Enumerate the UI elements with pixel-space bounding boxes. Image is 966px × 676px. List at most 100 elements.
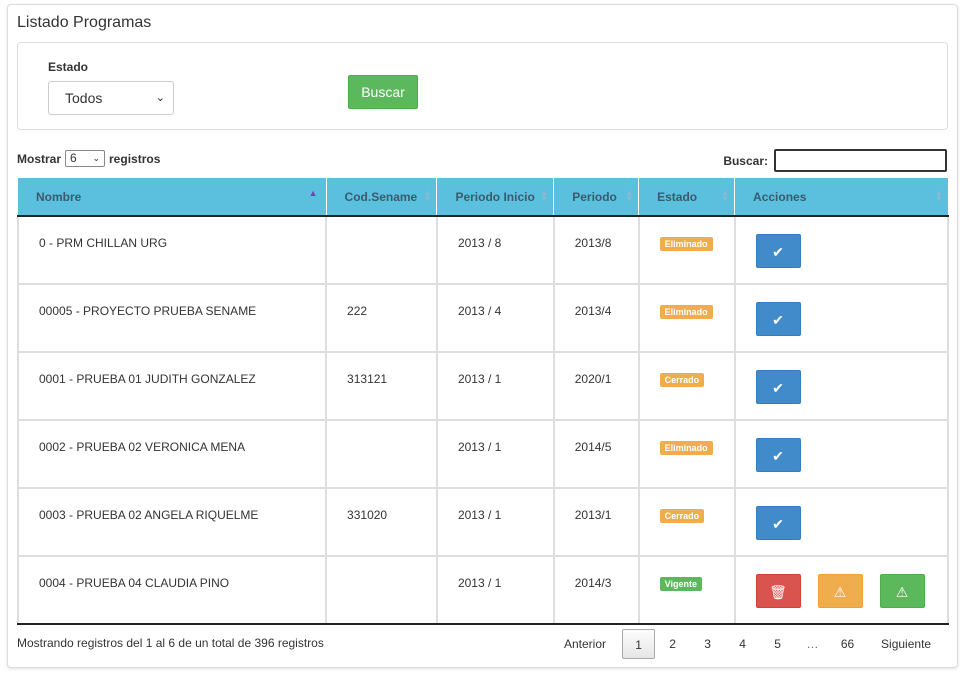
search-label: Buscar:: [723, 153, 768, 168]
filter-box: Estado Todos ⌄ Buscar: [17, 42, 948, 130]
cell-cod-sename: 313121: [325, 351, 438, 421]
sort-arrows-icon: ▲ ▼: [625, 188, 634, 203]
cell-acciones: ✔: [733, 351, 950, 421]
length-suffix: registros: [109, 151, 161, 166]
pagination-page[interactable]: 1: [622, 629, 656, 659]
status-badge: Eliminado: [659, 305, 713, 319]
cell-acciones: ✔: [733, 283, 950, 353]
status-badge: Cerrado: [659, 373, 705, 387]
table-row: 0004 - PRUEBA 04 CLAUDIA PINO 2013 / 1 2…: [16, 555, 950, 625]
sort-arrows-icon: ▲ ▼: [935, 188, 943, 203]
estado-select[interactable]: Todos ⌄: [48, 81, 174, 115]
column-header-nombre[interactable]: Nombre ▲: [18, 178, 327, 217]
warning-icon: ⚠: [895, 584, 909, 600]
cell-cod-sename: 331020: [325, 487, 438, 557]
pagination-page[interactable]: 5: [760, 629, 795, 659]
cell-estado: Eliminado: [637, 283, 736, 353]
column-header-periodo-inicio[interactable]: Periodo Inicio ▲ ▼: [436, 178, 555, 217]
cell-nombre: 0002 - PRUEBA 02 VERONICA MENA: [16, 419, 328, 489]
column-header-cod-sename[interactable]: Cod.Sename ▲ ▼: [326, 178, 438, 217]
sort-arrows-icon: ▲ ▼: [721, 188, 730, 203]
search-control: Buscar:: [723, 149, 947, 172]
table-row: 0002 - PRUEBA 02 VERONICA MENA 2013 / 1 …: [16, 419, 950, 489]
status-badge: Vigente: [659, 577, 702, 591]
check-icon: ✔: [772, 380, 784, 396]
buscar-button[interactable]: Buscar: [348, 75, 418, 109]
select-button[interactable]: ✔: [755, 506, 801, 540]
sort-arrows-icon: ▲ ▼: [540, 188, 549, 203]
trash-icon: 🗑: [769, 584, 787, 600]
cell-periodo: 2014/3: [552, 555, 640, 625]
pagination-page[interactable]: 3: [690, 629, 725, 659]
column-header-acciones[interactable]: Acciones ▲ ▼: [734, 178, 948, 217]
select-button[interactable]: ✔: [755, 438, 801, 472]
pagination: Anterior 1 2 3 4 5 … 66 Siguiente: [556, 629, 939, 659]
alert-button[interactable]: ⚠: [879, 574, 925, 608]
cell-nombre: 0004 - PRUEBA 04 CLAUDIA PINO: [16, 555, 328, 625]
cell-acciones: 🗑 ⚠ ⚠: [733, 555, 950, 625]
table-row: 00005 - PROYECTO PRUEBA SENAME 222 2013 …: [16, 283, 950, 353]
cell-estado: Cerrado: [637, 487, 736, 557]
cell-periodo: 2013/4: [552, 283, 640, 353]
table-info: Mostrando registros del 1 al 6 de un tot…: [17, 636, 324, 650]
pagination-page[interactable]: 2: [655, 629, 690, 659]
cell-estado: Cerrado: [637, 351, 736, 421]
table-row: 0001 - PRUEBA 01 JUDITH GONZALEZ 313121 …: [16, 351, 950, 421]
cell-acciones: ✔: [733, 215, 950, 285]
programs-panel: Listado Programas Estado Todos ⌄ Buscar …: [7, 4, 958, 668]
column-header-estado[interactable]: Estado ▲ ▼: [638, 178, 736, 217]
pagination-page[interactable]: 4: [725, 629, 760, 659]
cell-periodo: 2014/5: [552, 419, 640, 489]
delete-button[interactable]: 🗑: [755, 574, 801, 608]
column-header-periodo[interactable]: Periodo ▲ ▼: [553, 178, 640, 217]
cell-periodo: 2013/8: [552, 215, 640, 285]
check-icon: ✔: [772, 312, 784, 328]
programs-table: Nombre ▲ Cod.Sename ▲ ▼ Periodo Inicio ▲ ▼ Pe…: [16, 178, 950, 625]
cell-periodo-inicio: 2013 / 8: [435, 215, 555, 285]
check-icon: ✔: [772, 244, 784, 260]
chevron-down-icon: ⌄: [155, 92, 165, 104]
length-control: Mostrar 6 ⌄ registros: [17, 150, 160, 167]
pagination-page[interactable]: 66: [830, 629, 865, 659]
cell-cod-sename: 222: [325, 283, 438, 353]
estado-select-value: Todos: [65, 90, 103, 106]
check-icon: ✔: [772, 448, 784, 464]
cell-periodo: 2020/1: [552, 351, 640, 421]
cell-acciones: ✔: [733, 487, 950, 557]
pagination-prev[interactable]: Anterior: [556, 629, 614, 659]
length-prefix: Mostrar: [17, 151, 62, 166]
pagination-next[interactable]: Siguiente: [873, 629, 939, 659]
cell-nombre: 00005 - PROYECTO PRUEBA SENAME: [16, 283, 328, 353]
check-icon: ✔: [772, 516, 784, 532]
length-select[interactable]: 6 ⌄: [65, 150, 106, 167]
select-button[interactable]: ✔: [755, 234, 801, 268]
cell-nombre: 0001 - PRUEBA 01 JUDITH GONZALEZ: [16, 351, 328, 421]
cell-nombre: 0 - PRM CHILLAN URG: [16, 215, 328, 285]
cell-estado: Vigente: [637, 555, 736, 625]
warning-button[interactable]: ⚠: [817, 574, 863, 608]
cell-periodo-inicio: 2013 / 1: [435, 555, 555, 625]
cell-cod-sename: [325, 555, 438, 625]
sort-arrows-icon: ▲ ▼: [423, 188, 432, 203]
status-badge: Cerrado: [659, 509, 705, 523]
pagination-ellipsis: …: [806, 637, 819, 651]
cell-estado: Eliminado: [637, 419, 736, 489]
length-value: 6: [70, 151, 77, 165]
warning-icon: ⚠: [833, 584, 847, 600]
select-button[interactable]: ✔: [755, 370, 801, 404]
cell-cod-sename: [325, 419, 438, 489]
cell-periodo-inicio: 2013 / 1: [435, 351, 555, 421]
chevron-down-icon: ⌄: [92, 153, 101, 163]
cell-nombre: 0003 - PRUEBA 02 ANGELA RIQUELME: [16, 487, 328, 557]
search-input[interactable]: [774, 149, 947, 172]
table-header-row: Nombre ▲ Cod.Sename ▲ ▼ Periodo Inicio ▲ ▼ Pe…: [18, 178, 948, 217]
table-row: 0 - PRM CHILLAN URG 2013 / 8 2013/8 Elim…: [16, 215, 950, 285]
table-row: 0003 - PRUEBA 02 ANGELA RIQUELME 331020 …: [16, 487, 950, 557]
cell-periodo-inicio: 2013 / 4: [435, 283, 555, 353]
sort-asc-icon: ▲: [308, 188, 318, 198]
status-badge: Eliminado: [659, 441, 713, 455]
estado-label: Estado: [48, 60, 89, 74]
cell-periodo-inicio: 2013 / 1: [435, 487, 555, 557]
cell-periodo-inicio: 2013 / 1: [435, 419, 555, 489]
select-button[interactable]: ✔: [755, 302, 801, 336]
